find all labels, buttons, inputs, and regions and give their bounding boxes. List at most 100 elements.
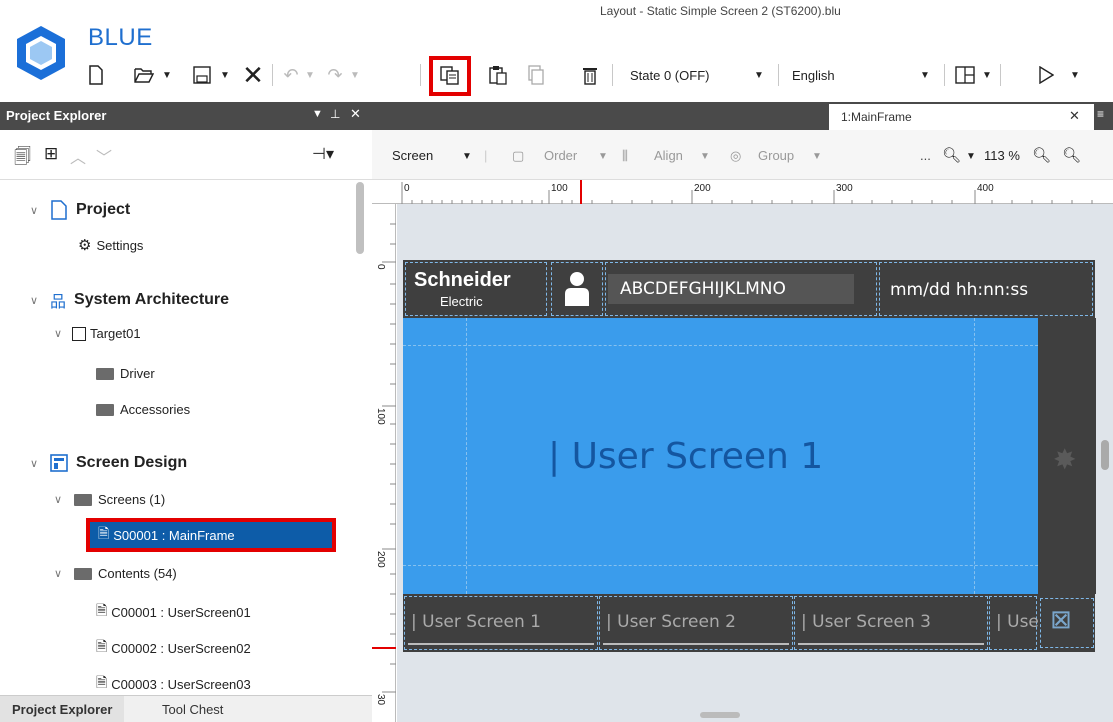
- user-text-display[interactable]: ABCDEFGHIJKLMNO: [608, 274, 854, 304]
- zoom-dropdown-icon[interactable]: ▼: [966, 151, 976, 162]
- tree-node-system-architecture[interactable]: ∨ 品 System Architecture: [30, 288, 229, 312]
- undo-icon[interactable]: ↶: [280, 60, 302, 90]
- pin-options-icon[interactable]: ⊣▾: [312, 144, 334, 164]
- tab-close-icon[interactable]: ✕: [1069, 108, 1080, 124]
- delete-icon[interactable]: [578, 60, 602, 90]
- ruler-label: 0: [375, 264, 386, 270]
- properties-icon[interactable]: 🗐: [14, 144, 31, 173]
- language-dropdown[interactable]: English: [792, 60, 892, 90]
- ruler-label: 300: [836, 183, 853, 194]
- screen-dropdown[interactable]: Screen: [392, 148, 433, 163]
- datetime-display: mm/dd hh:nn:ss: [890, 280, 1029, 300]
- tree-node-selected-screen[interactable]: 🗎 S00001 : MainFrame: [86, 518, 336, 552]
- app-logo: [12, 24, 70, 82]
- copy-icon[interactable]: [429, 56, 471, 96]
- language-dropdown-arrow-icon[interactable]: ▼: [918, 60, 932, 90]
- tab-project-explorer[interactable]: Project Explorer: [0, 696, 125, 722]
- layout-icon[interactable]: [952, 60, 978, 90]
- guide-line: [403, 345, 1038, 346]
- canvas-horizontal-scrollbar[interactable]: [700, 712, 740, 718]
- order-icon: ▢: [512, 148, 525, 163]
- layout-dropdown-icon[interactable]: ▼: [980, 60, 994, 90]
- target-icon: [72, 326, 86, 341]
- tree-node-screens[interactable]: ∨ Screens (1): [54, 492, 165, 507]
- run-dropdown-icon[interactable]: ▼: [1068, 60, 1082, 90]
- open-dropdown-icon[interactable]: ▼: [160, 60, 174, 90]
- undo-dropdown-icon[interactable]: ▼: [303, 60, 317, 90]
- tree-node-content-item[interactable]: 🗎 C00002 : UserScreen02: [96, 636, 251, 660]
- chevron-down-icon[interactable]: ∨: [30, 294, 44, 307]
- nav-button-user-screen-4[interactable]: | Use: [996, 612, 1038, 632]
- project-explorer-header: Project Explorer ▼ ⊥ ✕: [0, 102, 372, 130]
- nav-button-user-screen-1[interactable]: | User Screen 1: [411, 612, 541, 632]
- screen-doc-icon: 🗎: [96, 638, 108, 654]
- save-dropdown-icon[interactable]: ▼: [218, 60, 232, 90]
- new-file-icon[interactable]: [84, 60, 108, 90]
- move-up-icon[interactable]: ︿: [70, 144, 86, 168]
- tree-node-contents[interactable]: ∨ Contents (54): [54, 566, 177, 581]
- nav-underline: [798, 643, 984, 645]
- chevron-down-icon[interactable]: ∨: [30, 457, 44, 470]
- tree-node-target01[interactable]: ∨ Target01: [54, 326, 141, 341]
- paste-icon[interactable]: [486, 60, 510, 90]
- bottom-tabs: Project Explorer Tool Chest: [0, 695, 372, 722]
- redo-dropdown-icon[interactable]: ▼: [348, 60, 362, 90]
- tab-tool-chest[interactable]: Tool Chest: [150, 696, 235, 722]
- order-dropdown-icon[interactable]: ▼: [598, 151, 608, 162]
- duplicate-icon[interactable]: [524, 60, 548, 90]
- folder-icon: [96, 367, 114, 380]
- screen-doc-icon: 🗎: [96, 602, 108, 618]
- state-dropdown-arrow-icon[interactable]: ▼: [752, 60, 766, 90]
- nav-button-user-screen-3[interactable]: | User Screen 3: [801, 612, 931, 632]
- tree-node-content-item[interactable]: 🗎 C00001 : UserScreen01: [96, 600, 251, 624]
- panel-close-icon[interactable]: ✕: [350, 106, 361, 122]
- chevron-down-icon[interactable]: ∨: [30, 204, 44, 217]
- tree-node-project[interactable]: ∨ Project: [30, 200, 130, 220]
- screen-dropdown-arrow-icon[interactable]: ▼: [462, 151, 472, 162]
- zoom-fit-icon[interactable]: 🔍︎: [1062, 146, 1081, 164]
- close-x-icon[interactable]: ✕: [240, 60, 266, 90]
- redo-icon[interactable]: ↷: [324, 60, 346, 90]
- ruler-label: 400: [977, 183, 994, 194]
- tab-list-icon[interactable]: ≡: [1097, 107, 1104, 121]
- folder-icon: [74, 493, 92, 506]
- tree-node-screen-design[interactable]: ∨ Screen Design: [30, 454, 187, 472]
- group-dropdown-icon[interactable]: ▼: [812, 151, 822, 162]
- align-dropdown-icon[interactable]: ▼: [700, 151, 710, 162]
- toolbar-separator: [1000, 64, 1001, 86]
- user-icon: [563, 270, 591, 311]
- nav-button-user-screen-2[interactable]: | User Screen 2: [606, 612, 736, 632]
- tree-node-settings[interactable]: ⚙ Settings: [78, 236, 143, 254]
- chevron-down-icon[interactable]: ∨: [54, 493, 68, 506]
- state-dropdown[interactable]: State 0 (OFF): [630, 60, 730, 90]
- tab-mainframe[interactable]: 1:MainFrame ✕: [829, 104, 1094, 130]
- toolbar-separator: [272, 64, 273, 86]
- zoom-in-icon[interactable]: 🔍︎: [1032, 146, 1051, 164]
- panel-menu-icon[interactable]: ▼: [312, 108, 323, 120]
- canvas-vertical-scrollbar[interactable]: [1101, 440, 1109, 470]
- tree-scrollbar[interactable]: [356, 182, 364, 254]
- more-options[interactable]: ...: [920, 148, 931, 163]
- chevron-down-icon[interactable]: ∨: [54, 327, 68, 340]
- nav-scroll-icon[interactable]: ⊠: [1050, 604, 1072, 635]
- open-icon[interactable]: [132, 60, 156, 90]
- brand-name: BLUE: [88, 24, 153, 51]
- tree-node-content-item[interactable]: 🗎 C00003 : UserScreen03: [96, 672, 251, 692]
- order-button[interactable]: Order: [544, 148, 577, 163]
- save-icon[interactable]: [190, 60, 214, 90]
- tree-node-driver[interactable]: Driver: [96, 366, 155, 381]
- group-button[interactable]: Group: [758, 148, 794, 163]
- toolbar-separator: [778, 64, 779, 86]
- chevron-down-icon[interactable]: ∨: [54, 567, 68, 580]
- zoom-out-icon[interactable]: 🔍︎: [942, 146, 961, 164]
- user-screen-label: | User Screen 1: [548, 436, 824, 477]
- align-button[interactable]: Align: [654, 148, 683, 163]
- align-icon: ⫼: [622, 148, 628, 163]
- zoom-level: 113 %: [984, 148, 1020, 163]
- new-folder-icon[interactable]: ⊞: [44, 144, 58, 164]
- pin-icon[interactable]: ⊥: [330, 107, 340, 121]
- folder-icon: [96, 403, 114, 416]
- tree-node-accessories[interactable]: Accessories: [96, 402, 190, 417]
- run-icon[interactable]: [1034, 60, 1058, 90]
- move-down-icon[interactable]: ﹀: [96, 144, 112, 168]
